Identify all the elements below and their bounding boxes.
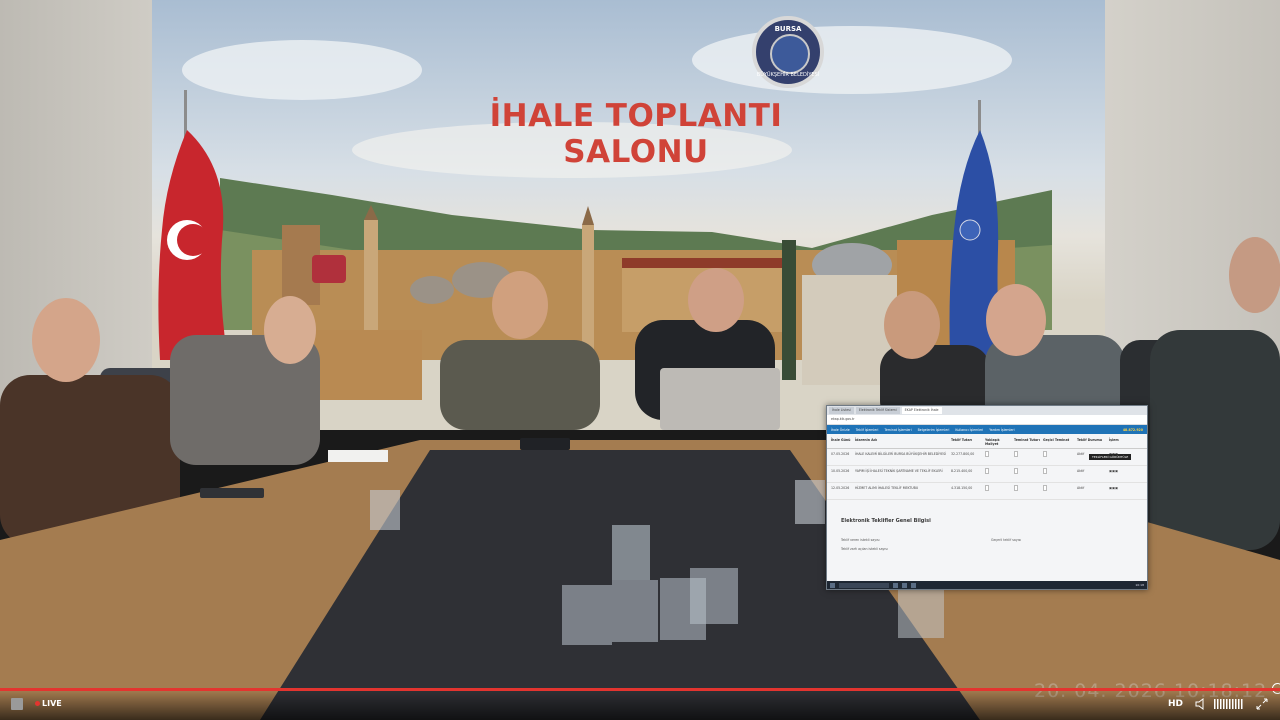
taskbar-app-icon[interactable]	[893, 582, 898, 588]
nav-item[interactable]: Yardım İşlemleri	[989, 428, 1014, 432]
table-row[interactable]: 12.05.2026 HİZMET ALIMI İHALESİ TEKLİF M…	[827, 483, 1147, 500]
taskbar-app-icon[interactable]	[902, 582, 907, 588]
row-input[interactable]	[1014, 451, 1018, 457]
column-header: İdarenin Adı	[855, 438, 877, 442]
live-label: LIVE	[42, 699, 62, 708]
tooltip: TEKLİFLERİ GÖRÜNTÜLE	[1089, 454, 1132, 460]
capture-navbar: İhale Önizle Teklif İşlemleri Teminat İş…	[827, 425, 1147, 434]
row-name: İHALE KALEMİ BİLGİLERİ BURSA BÜYÜKŞEHİR …	[855, 452, 947, 456]
column-header: İşlem	[1109, 438, 1119, 442]
row-status: Aktif	[1077, 486, 1085, 490]
section-title: Elektronik Teklifler Genel Bilgisi	[841, 518, 931, 524]
taskbar-clock: 10:18	[1135, 583, 1144, 587]
capture-tab[interactable]: Elektronik Teklif Sistemi	[855, 407, 900, 414]
player-controls-bar	[0, 690, 1280, 720]
row-action-icons[interactable]: ▣▣▣	[1109, 486, 1129, 496]
row-amount: 4.318.150,00	[951, 486, 973, 490]
row-input[interactable]	[1043, 451, 1047, 457]
live-indicator[interactable]: LIVE	[35, 699, 62, 708]
row-input[interactable]	[1043, 485, 1047, 491]
row-input[interactable]	[985, 485, 989, 491]
column-header: Yaklaşık Maliyet	[985, 438, 1000, 446]
capture-tab-active[interactable]: EKAP Elektronik İhale	[901, 407, 942, 414]
video-frame: BURSA BÜYÜKŞEHİR BELEDİYESİ İHALE TOPLAN…	[0, 0, 1280, 720]
taskbar-search[interactable]	[839, 582, 889, 588]
stop-icon[interactable]	[11, 698, 23, 710]
column-header: Teminat Tutarı	[1014, 438, 1040, 442]
summary-line: Geçerli teklif sayısı	[991, 538, 1022, 542]
capture-table-header: İhale Günü İdarenin Adı Teklif Tutarı Ya…	[827, 434, 1147, 449]
row-input[interactable]	[985, 451, 989, 457]
progress-bar[interactable]	[0, 688, 1280, 691]
nav-item[interactable]: Kullanıcı İşlemleri	[955, 428, 983, 432]
windows-start-icon[interactable]	[830, 582, 835, 588]
column-header: Teklif Durumu	[1077, 438, 1103, 442]
summary-line: Teklif veren istekli sayısı	[841, 538, 880, 542]
progress-fill	[0, 688, 1280, 691]
nav-item[interactable]: Teklif İşlemleri	[856, 428, 879, 432]
capture-taskbar: 10:18	[827, 581, 1147, 589]
nav-item[interactable]: Teminat İşlemleri	[884, 428, 911, 432]
column-header: Teklif Tutarı	[951, 438, 973, 442]
table-row[interactable]: 10.05.2026 YAPIM İŞİ İHALESİ TEKNİK ŞART…	[827, 466, 1147, 483]
nav-item[interactable]: Belgelerim İşlemleri	[918, 428, 950, 432]
row-action-icons[interactable]: ▣▣▣	[1109, 469, 1129, 479]
screen-share-window: İhale Listesi Elektronik Teklif Sistemi …	[826, 405, 1148, 590]
fullscreen-icon[interactable]	[1256, 698, 1268, 710]
row-date: 10.05.2026	[831, 469, 850, 473]
row-input[interactable]	[1014, 485, 1018, 491]
row-input[interactable]	[1014, 468, 1018, 474]
capture-browser-tabs: İhale Listesi Elektronik Teklif Sistemi …	[827, 406, 1147, 415]
hd-quality-button[interactable]: HD	[1168, 699, 1183, 709]
column-header: İhale Günü	[831, 438, 851, 442]
capture-address-bar[interactable]: ekap.kik.gov.tr	[827, 415, 1147, 425]
signal-bars-icon[interactable]	[1214, 699, 1244, 709]
taskbar-app-icon[interactable]	[911, 582, 916, 588]
capture-tab[interactable]: İhale Listesi	[829, 407, 854, 414]
live-dot-icon	[35, 701, 40, 706]
row-date: 12.05.2026	[831, 486, 850, 490]
nav-item[interactable]: İhale Önizle	[831, 428, 850, 432]
row-input[interactable]	[1043, 468, 1047, 474]
highlight-amount: 48.872.920	[1122, 427, 1143, 432]
row-amount: 32.277.800,00	[951, 452, 975, 456]
volume-icon[interactable]	[1195, 698, 1207, 710]
column-header: Geçici Teminat	[1043, 438, 1070, 442]
row-amount: 8.215.400,00	[951, 469, 973, 473]
row-input[interactable]	[985, 468, 989, 474]
row-name: HİZMET ALIMI İHALESİ TEKLİF MEKTUBU	[855, 486, 919, 490]
row-date: 07.05.2026	[831, 452, 850, 456]
row-name: YAPIM İŞİ İHALESİ TEKNİK ŞARTNAME VE TEK…	[855, 469, 943, 473]
summary-line: Teklif zarfı açılan istekli sayısı	[841, 547, 888, 551]
row-status: Aktif	[1077, 469, 1085, 473]
